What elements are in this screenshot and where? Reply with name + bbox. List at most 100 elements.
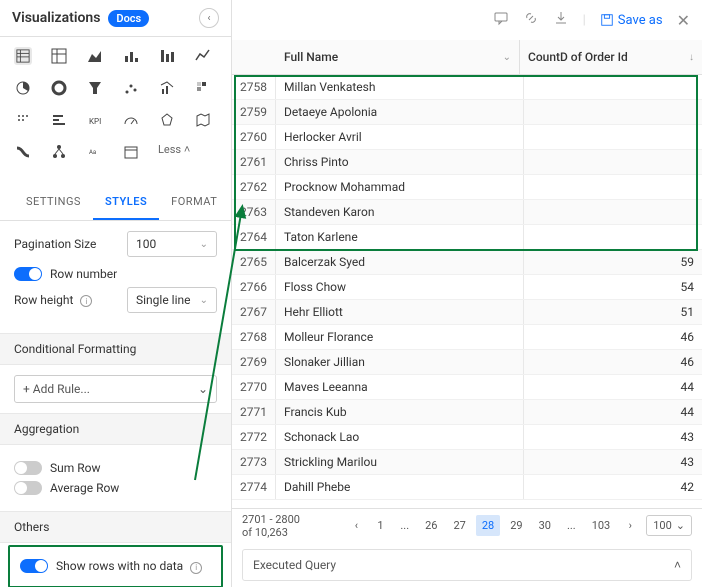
calendar-icon[interactable] xyxy=(122,143,140,161)
tab-styles[interactable]: STYLES xyxy=(93,185,159,220)
row-number: 2767 xyxy=(232,300,276,324)
pagination-size-select[interactable]: 100⌄ xyxy=(127,231,217,257)
table-row[interactable]: 2774 Dahill Phebe 42 xyxy=(232,475,702,500)
full-name-cell: Floss Chow xyxy=(276,275,524,299)
table-row[interactable]: 2764 Taton Karlene xyxy=(232,225,702,250)
table-row[interactable]: 2759 Detaeye Apolonia xyxy=(232,100,702,125)
prev-page-button[interactable]: ‹ xyxy=(346,515,366,536)
count-cell xyxy=(524,225,702,249)
executed-query-panel[interactable]: Executed Query ˄ xyxy=(242,549,692,581)
bar-horiz-icon[interactable] xyxy=(50,111,68,129)
sum-row-label: Sum Row xyxy=(50,461,101,475)
show-rows-no-data-toggle[interactable] xyxy=(20,559,48,573)
wordcloud-icon[interactable]: Aa xyxy=(86,143,104,161)
table-row[interactable]: 2765 Balcerzak Syed 59 xyxy=(232,250,702,275)
table-row[interactable]: 2773 Strickling Marilou 43 xyxy=(232,450,702,475)
add-rule-button[interactable]: + Add Rule...⌄ xyxy=(14,375,217,403)
page-ellipsis: ... xyxy=(561,515,582,536)
line-chart-icon[interactable] xyxy=(194,47,212,65)
count-cell xyxy=(524,150,702,174)
pivot-icon[interactable] xyxy=(50,47,68,65)
docs-badge[interactable]: Docs xyxy=(108,10,149,27)
count-cell: 43 xyxy=(524,450,702,474)
average-row-toggle[interactable] xyxy=(14,481,42,495)
table-row[interactable]: 2772 Schonack Lao 43 xyxy=(232,425,702,450)
count-cell xyxy=(524,175,702,199)
table-row[interactable]: 2763 Standeven Karon xyxy=(232,200,702,225)
comment-icon[interactable] xyxy=(493,10,509,30)
full-name-cell: Maves Leeanna xyxy=(276,375,524,399)
row-height-select[interactable]: Single line⌄ xyxy=(127,287,217,313)
row-number: 2772 xyxy=(232,425,276,449)
next-page-button[interactable]: › xyxy=(620,515,640,536)
table-row[interactable]: 2768 Molleur Florance 46 xyxy=(232,325,702,350)
full-name-cell: Strickling Marilou xyxy=(276,450,524,474)
count-cell: 51 xyxy=(524,300,702,324)
table-row[interactable]: 2769 Slonaker Jillian 46 xyxy=(232,350,702,375)
donut-chart-icon[interactable] xyxy=(50,79,68,97)
info-icon[interactable]: i xyxy=(190,562,202,574)
page-button[interactable]: 28 xyxy=(476,515,500,536)
info-icon[interactable]: i xyxy=(80,295,92,307)
row-number-toggle[interactable] xyxy=(14,267,42,281)
table-row[interactable]: 2771 Francis Kub 44 xyxy=(232,400,702,425)
count-cell: 46 xyxy=(524,350,702,374)
link-icon[interactable] xyxy=(523,10,539,30)
others-header: Others xyxy=(0,511,231,543)
table-row[interactable]: 2770 Maves Leeanna 44 xyxy=(232,375,702,400)
sum-row-toggle[interactable] xyxy=(14,461,42,475)
gauge-icon[interactable] xyxy=(122,111,140,129)
area-chart-icon[interactable] xyxy=(86,47,104,65)
sankey-icon[interactable] xyxy=(14,143,32,161)
pie-chart-icon[interactable] xyxy=(14,79,32,97)
page-button[interactable]: 103 xyxy=(586,515,617,536)
radar-icon[interactable] xyxy=(158,111,176,129)
conditional-formatting-header: Conditional Formatting xyxy=(0,333,231,365)
count-cell xyxy=(524,75,702,99)
full-name-cell: Hehr Elliott xyxy=(276,300,524,324)
row-number: 2769 xyxy=(232,350,276,374)
heatmap-icon[interactable] xyxy=(194,79,212,97)
full-name-cell: Procknow Mohammad xyxy=(276,175,524,199)
show-rows-no-data-label: Show rows with no data i xyxy=(56,559,202,574)
kpi-icon[interactable]: KPI xyxy=(86,111,104,129)
tab-format[interactable]: FORMAT xyxy=(159,185,229,220)
save-as-button[interactable]: Save as xyxy=(600,13,663,28)
column-countd-order-id[interactable]: CountD of Order Id↓ xyxy=(520,40,702,74)
tab-settings[interactable]: SETTINGS xyxy=(14,185,93,220)
page-button[interactable]: 26 xyxy=(419,515,443,536)
page-button[interactable]: 1 xyxy=(370,515,390,536)
page-button[interactable]: 27 xyxy=(447,515,471,536)
bar-chart-icon[interactable] xyxy=(122,47,140,65)
table-row[interactable]: 2761 Chriss Pinto xyxy=(232,150,702,175)
row-number: 2761 xyxy=(232,150,276,174)
page-button[interactable]: 29 xyxy=(504,515,528,536)
column-full-name[interactable]: Full Name⌄ xyxy=(276,40,520,74)
download-icon[interactable] xyxy=(553,10,569,30)
table-icon[interactable] xyxy=(14,47,32,65)
row-number: 2758 xyxy=(232,75,276,99)
close-icon[interactable]: ✕ xyxy=(677,11,690,30)
page-button[interactable]: 30 xyxy=(533,515,557,536)
full-name-cell: Taton Karlene xyxy=(276,225,524,249)
table-row[interactable]: 2758 Millan Venkatesh xyxy=(232,75,702,100)
tree-icon[interactable] xyxy=(50,143,68,161)
row-number: 2770 xyxy=(232,375,276,399)
page-size-select[interactable]: 100⌄ xyxy=(646,515,692,536)
collapse-sidebar-button[interactable]: ‹ xyxy=(199,8,219,28)
funnel-icon[interactable] xyxy=(86,79,104,97)
full-name-cell: Chriss Pinto xyxy=(276,150,524,174)
row-height-label: Row height i xyxy=(14,293,92,308)
page-title: Visualizations xyxy=(12,10,100,26)
combo-chart-icon[interactable] xyxy=(158,79,176,97)
table-row[interactable]: 2760 Herlocker Avril xyxy=(232,125,702,150)
full-name-cell: Dahill Phebe xyxy=(276,475,524,499)
table-row[interactable]: 2767 Hehr Elliott 51 xyxy=(232,300,702,325)
map-icon[interactable] xyxy=(194,111,212,129)
table-row[interactable]: 2766 Floss Chow 54 xyxy=(232,275,702,300)
grid-icon[interactable] xyxy=(14,111,32,129)
table-row[interactable]: 2762 Procknow Mohammad xyxy=(232,175,702,200)
scatter-icon[interactable] xyxy=(122,79,140,97)
less-toggle[interactable]: Less ˄ xyxy=(158,143,190,161)
column-chart-icon[interactable] xyxy=(158,47,176,65)
